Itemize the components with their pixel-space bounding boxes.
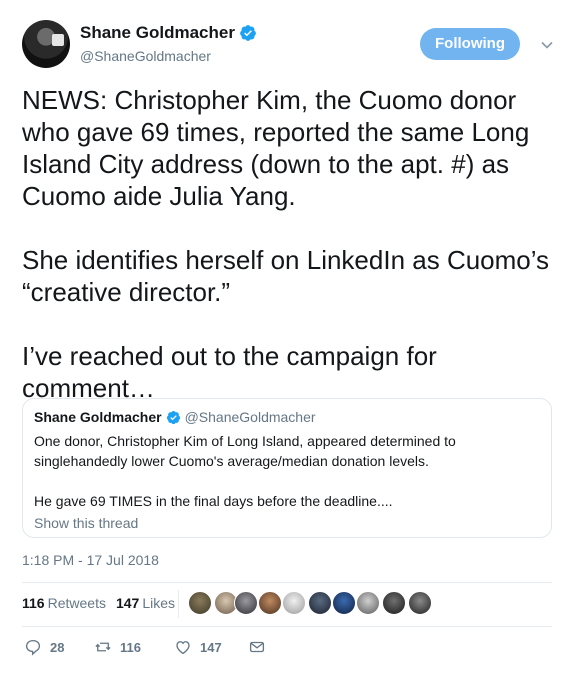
quoted-paragraph: He gave 69 TIMES in the final days befor… (34, 493, 393, 509)
quoted-author-name: Shane Goldmacher (34, 409, 162, 425)
reply-count: 28 (50, 639, 65, 655)
caret-down-icon[interactable] (540, 38, 554, 52)
retweet-count: 116 (120, 639, 141, 655)
liker-avatar[interactable] (408, 591, 432, 615)
quoted-paragraph: One donor, Christopher Kim of Long Islan… (34, 433, 456, 469)
heart-icon (176, 641, 190, 655)
retweets-label[interactable]: Retweets (48, 595, 106, 611)
author-handle[interactable]: @ShaneGoldmacher (80, 48, 211, 64)
liker-avatar[interactable] (332, 591, 356, 615)
liker-avatar[interactable] (356, 591, 380, 615)
quoted-author-handle: @ShaneGoldmacher (184, 409, 316, 425)
dm-action[interactable] (248, 638, 266, 656)
liker-avatar[interactable] (234, 591, 258, 615)
quoted-tweet-header: Shane Goldmacher @ShaneGoldmacher (34, 409, 540, 425)
retweets-count[interactable]: 116 (22, 595, 45, 611)
reply-action[interactable]: 28 (24, 638, 64, 656)
divider (22, 626, 552, 627)
like-count: 147 (200, 639, 222, 655)
stats-separator (178, 590, 179, 618)
liker-avatars (188, 591, 585, 617)
liker-avatar[interactable] (188, 591, 212, 615)
divider (22, 582, 552, 583)
tweet-paragraph: I’ve reached out to the campaign for com… (22, 341, 437, 403)
liker-avatar[interactable] (382, 591, 406, 615)
tweet-paragraph: She identifies herself on LinkedIn as Cu… (22, 245, 550, 307)
quoted-tweet[interactable]: Shane Goldmacher @ShaneGoldmacher One do… (22, 398, 552, 538)
liker-avatar[interactable] (258, 591, 282, 615)
tweet-paragraph: NEWS: Christopher Kim, the Cuomo donor w… (22, 85, 530, 211)
reply-icon (25, 639, 41, 656)
show-thread-link[interactable]: Show this thread (34, 515, 540, 531)
dm-icon (249, 641, 265, 653)
author-avatar[interactable] (22, 20, 70, 68)
quoted-tweet-body: One donor, Christopher Kim of Long Islan… (34, 431, 540, 511)
verified-icon (240, 25, 256, 41)
verified-icon (166, 410, 180, 424)
retweet-action[interactable]: 116 (94, 638, 141, 656)
liker-avatar[interactable] (308, 591, 332, 615)
tweet-timestamp[interactable]: 1:18 PM - 17 Jul 2018 (22, 552, 159, 568)
tweet-header: Shane Goldmacher @ShaneGoldmacher Follow… (22, 20, 562, 76)
tweet-stats: 116 Retweets 147 Likes (22, 595, 175, 611)
likes-count[interactable]: 147 (116, 595, 139, 611)
like-action[interactable]: 147 (174, 638, 222, 656)
author-name-row[interactable]: Shane Goldmacher (80, 23, 257, 43)
author-name[interactable]: Shane Goldmacher (80, 23, 235, 43)
retweet-icon (95, 642, 111, 652)
following-button[interactable]: Following (420, 28, 520, 60)
likes-label[interactable]: Likes (142, 595, 175, 611)
tweet-text: NEWS: Christopher Kim, the Cuomo donor w… (22, 84, 567, 404)
liker-avatar[interactable] (282, 591, 306, 615)
